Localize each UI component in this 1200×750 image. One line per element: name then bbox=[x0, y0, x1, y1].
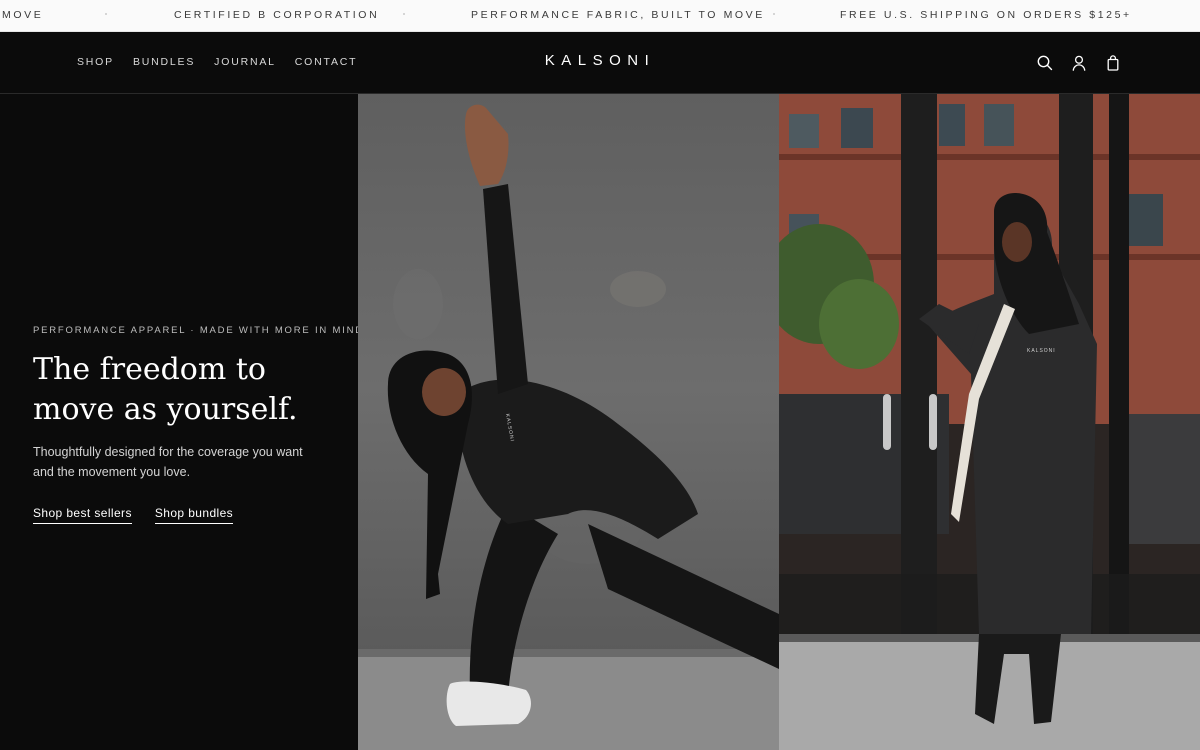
announcement-item: PERFORMANCE FABRIC, BUILT TO MOVE bbox=[471, 9, 765, 21]
shop-bundles-link[interactable]: Shop bundles bbox=[154, 506, 234, 524]
hero-cta-group: Shop best sellers Shop bundles bbox=[33, 506, 234, 524]
hero-headline-line-1: The freedom to bbox=[33, 352, 266, 387]
yoga-pose-illustration: KALSONI bbox=[358, 104, 779, 750]
announcement-item: CERTIFIED B CORPORATION bbox=[174, 9, 380, 21]
hero-image-yoga[interactable]: KALSONI bbox=[358, 94, 779, 750]
announcement-bar: MOVE CERTIFIED B CORPORATION PERFORMANCE… bbox=[0, 0, 1200, 32]
separator-dot bbox=[403, 13, 405, 15]
hero-headline: The freedom to move as yourself. bbox=[33, 350, 343, 430]
hero-headline-line-2: move as yourself. bbox=[33, 392, 298, 427]
separator-dot bbox=[773, 13, 775, 15]
header-icons bbox=[1036, 54, 1122, 72]
hero-text-panel: PERFORMANCE APPAREL · MADE WITH MORE IN … bbox=[0, 94, 362, 750]
search-icon[interactable] bbox=[1036, 54, 1054, 72]
hero-image-street[interactable]: KALSONI bbox=[779, 94, 1200, 750]
separator-dot bbox=[105, 13, 107, 15]
account-icon[interactable] bbox=[1070, 54, 1088, 72]
street-portrait-illustration: KALSONI bbox=[779, 94, 1200, 750]
site-header: SHOP BUNDLES JOURNAL CONTACT KALSONI bbox=[0, 32, 1200, 94]
announcement-item: FREE U.S. SHIPPING ON ORDERS $125+ bbox=[840, 9, 1132, 21]
shop-best-sellers-link[interactable]: Shop best sellers bbox=[33, 506, 132, 524]
hero-eyebrow: PERFORMANCE APPAREL · MADE WITH MORE IN … bbox=[33, 325, 364, 336]
shirt-logo-text: KALSONI bbox=[1027, 348, 1056, 354]
site-logo[interactable]: KALSONI bbox=[0, 52, 1200, 69]
bag-icon[interactable] bbox=[1104, 54, 1122, 72]
hero-subtext: Thoughtfully designed for the coverage y… bbox=[33, 445, 303, 479]
announcement-item: MOVE bbox=[2, 9, 44, 21]
